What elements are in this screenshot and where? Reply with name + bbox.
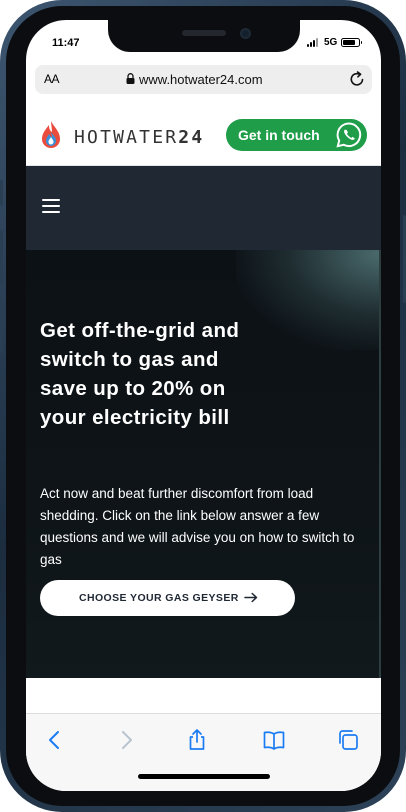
hero-section: Get off-the-grid and switch to gas and s… — [26, 250, 381, 678]
url-text[interactable]: www.hotwater24.com — [139, 72, 263, 87]
notch — [108, 20, 300, 52]
back-icon[interactable] — [43, 728, 67, 752]
logo-text-bold: 24 — [178, 127, 205, 148]
volume-down-button — [0, 298, 3, 352]
text-size-button[interactable]: AA — [44, 72, 60, 86]
tabs-icon[interactable] — [336, 728, 360, 752]
whatsapp-icon — [336, 122, 362, 148]
speaker-grille — [182, 30, 226, 36]
hero-body: Act now and beat further discomfort from… — [40, 486, 355, 567]
battery-icon — [341, 38, 362, 47]
lock-icon — [126, 73, 135, 84]
get-in-touch-label: Get in touch — [238, 127, 320, 143]
status-time: 11:47 — [52, 37, 80, 49]
share-icon[interactable] — [185, 728, 209, 752]
mute-switch — [0, 180, 3, 206]
network-type: 5G — [324, 37, 338, 48]
navigation-bar — [26, 166, 381, 250]
site-logo-text[interactable]: HOTWATER24 — [74, 127, 204, 148]
hamburger-menu-icon[interactable] — [42, 199, 60, 213]
forward-icon[interactable] — [114, 728, 138, 752]
battery-level — [343, 40, 355, 45]
volume-up-button — [0, 230, 3, 284]
hero-background-image — [236, 250, 381, 350]
logo-text-light: HOTWATER — [74, 127, 179, 148]
site-header: HOTWATER24 Get in touch — [26, 104, 381, 166]
browser-toolbar — [26, 713, 381, 791]
bookmarks-icon[interactable] — [262, 728, 286, 752]
get-in-touch-button[interactable]: Get in touch — [226, 119, 367, 151]
device-screen: 11:47 5G AA www.hotwater24.com HOTWATER2… — [26, 20, 381, 791]
reload-icon[interactable] — [348, 70, 366, 88]
home-indicator[interactable] — [138, 774, 270, 779]
address-bar[interactable]: AA www.hotwater24.com — [35, 65, 372, 94]
flame-logo-icon[interactable] — [40, 120, 62, 150]
arrow-right-icon — [244, 592, 258, 603]
choose-gas-geyser-label: CHOOSE YOUR GAS GEYSER — [79, 592, 239, 604]
choose-gas-geyser-button[interactable]: CHOOSE YOUR GAS GEYSER — [40, 580, 295, 616]
hero-edge — [379, 250, 381, 678]
hero-title: Get off-the-grid and switch to gas and s… — [40, 319, 240, 429]
cellular-signal-icon — [307, 38, 321, 47]
front-camera — [240, 28, 251, 39]
